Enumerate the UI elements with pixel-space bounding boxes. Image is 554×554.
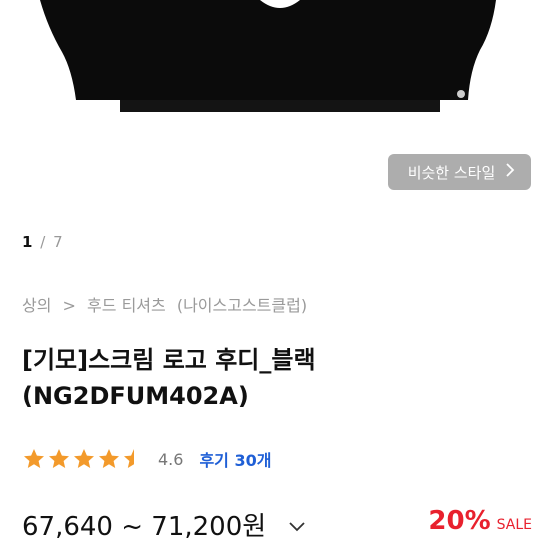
breadcrumb-separator: > [62,296,76,315]
similar-style-label: 비슷한 스타일 [407,163,496,182]
rating-score: 4.6 [158,449,184,469]
breadcrumb: 상의 > 후드 티셔츠 (나이스고스트클럽) [22,292,313,316]
star-icon [49,449,69,468]
breadcrumb-category[interactable]: 상의 [22,296,51,315]
discount-badge: 20% SALE [428,506,532,536]
image-pager: 1 / 7 [22,233,63,251]
price-row: 67,640 ~ 71,200원 20% SALE [22,506,532,546]
product-title: [기모]스크림 로고 후디_블랙 (NG2DFUM402A) [22,342,532,414]
product-title-line1: [기모]스크림 로고 후디_블랙 [22,346,316,374]
star-icon [74,449,94,468]
chevron-right-icon [505,162,515,182]
product-title-line2: (NG2DFUM402A) [22,382,249,410]
star-icon [24,449,44,468]
breadcrumb-subcategory[interactable]: 후드 티셔츠 [87,296,166,315]
sale-label: SALE [496,517,532,533]
half-star-icon [124,449,144,468]
product-image-area[interactable]: 비슷한 스타일 [0,0,554,210]
star-icon [99,449,119,468]
pager-total: 7 [53,233,63,251]
rating-row: 4.6 후기 30개 [22,446,271,472]
pager-separator: / [40,233,46,251]
review-count-link[interactable]: 후기 30개 [199,447,271,471]
similar-style-button[interactable]: 비슷한 스타일 [388,154,531,190]
breadcrumb-brand[interactable]: (나이스고스트클럽) [177,296,307,315]
star-rating [22,447,146,471]
discount-percent: 20% [428,506,491,536]
chevron-down-icon[interactable] [288,518,306,537]
pager-current: 1 [22,233,33,251]
price-range: 67,640 ~ 71,200원 [22,512,267,542]
